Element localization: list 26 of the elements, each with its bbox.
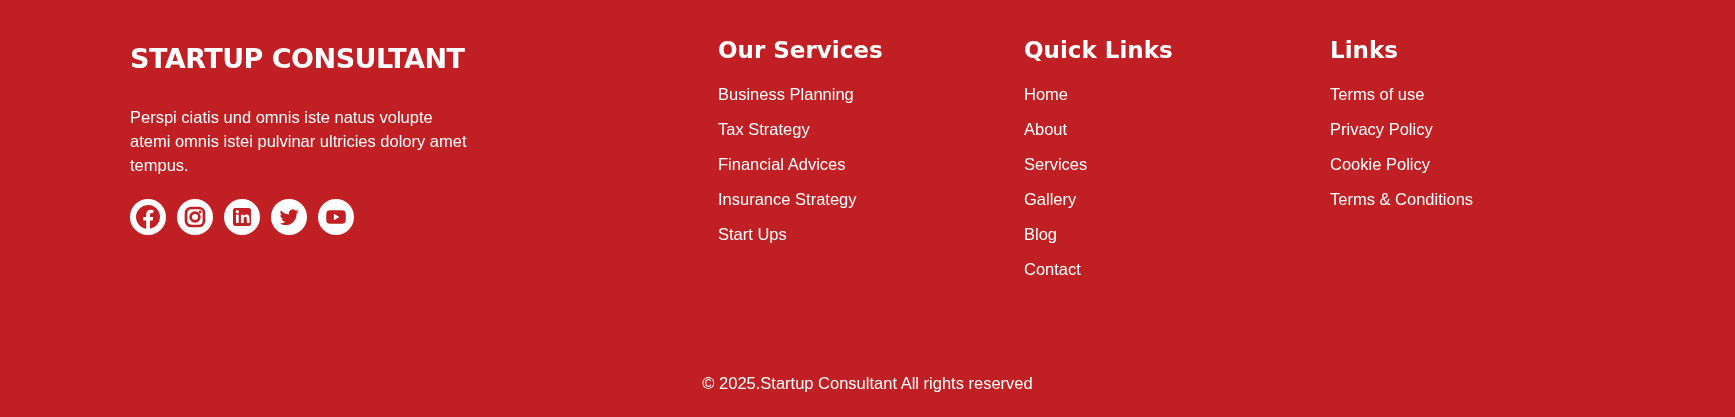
footer-link[interactable]: Start Ups <box>718 223 787 244</box>
facebook-icon[interactable] <box>130 199 166 236</box>
footer-link[interactable]: Terms & Conditions <box>1330 188 1474 209</box>
footer-link[interactable]: Cookie Policy <box>1330 153 1430 174</box>
footer-link[interactable]: Tax Strategy <box>718 118 810 139</box>
linkedin-icon[interactable] <box>224 199 260 236</box>
footer-link[interactable]: Business Planning <box>718 83 854 104</box>
brand-description: Perspi ciatis und omnis iste natus volupte atemi omnis istei pulvinar ultricies dolory amet tempus. <box>130 107 468 177</box>
footer-link[interactable]: Terms of use <box>1330 83 1425 104</box>
footer-link[interactable]: Privacy Policy <box>1330 118 1433 139</box>
youtube-icon[interactable] <box>318 199 354 236</box>
footer-link[interactable]: Insurance Strategy <box>718 188 857 209</box>
brand-title: STARTUP CONSULTANT <box>130 43 466 76</box>
instagram-icon[interactable] <box>177 199 213 236</box>
footer-link[interactable]: Gallery <box>1024 188 1077 209</box>
footer-link[interactable]: About <box>1024 118 1068 139</box>
footer-link[interactable]: Home <box>1024 83 1068 104</box>
copyright-text: © 2025.Startup Consultant All rights reserved <box>702 373 1033 395</box>
column-heading: Quick Links <box>1024 36 1174 65</box>
column-heading: Our Services <box>718 36 884 65</box>
footer-link[interactable]: Services <box>1024 153 1088 174</box>
footer-link[interactable]: Contact <box>1024 258 1081 279</box>
footer-link[interactable]: Financial Advices <box>718 153 846 174</box>
footer-link[interactable]: Blog <box>1024 223 1058 244</box>
column-heading: Links <box>1330 36 1399 65</box>
twitter-icon[interactable] <box>271 199 307 236</box>
